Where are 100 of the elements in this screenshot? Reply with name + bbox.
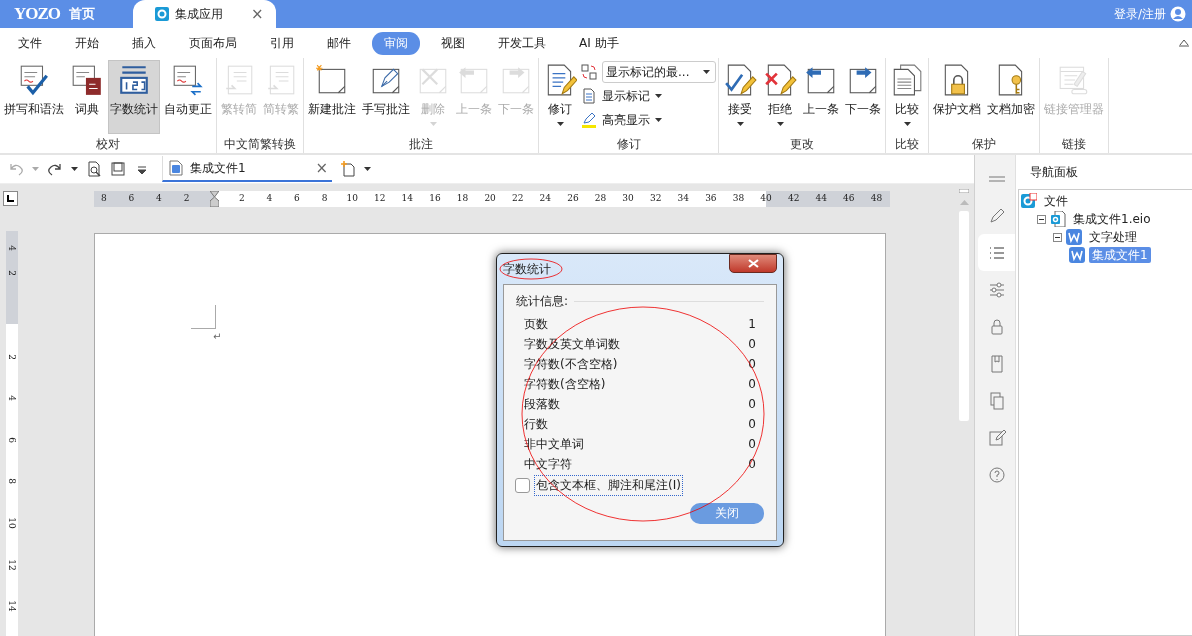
- ruler-number: 32: [648, 192, 663, 205]
- menu-tab[interactable]: AI 助手: [567, 31, 631, 55]
- markup-icon: [581, 64, 597, 80]
- app-tab[interactable]: 集成应用 ×: [133, 0, 276, 28]
- group-label: 修订: [615, 136, 642, 153]
- ruler-number: 42: [786, 192, 801, 205]
- ruler-number: 10: [7, 517, 17, 529]
- ribbon-button[interactable]: 词典: [68, 60, 106, 134]
- close-icon: [747, 258, 759, 268]
- group-label: 中文简繁转换: [223, 136, 297, 153]
- checkbox[interactable]: [515, 478, 530, 493]
- stat-value: 0: [748, 417, 756, 431]
- avatar-icon[interactable]: [1170, 6, 1186, 22]
- app-icon: [1021, 193, 1037, 209]
- ribbon-button[interactable]: 手写批注: [360, 60, 412, 134]
- pen-icon: [987, 206, 1006, 225]
- copy-icon: [987, 391, 1006, 410]
- ruler-number: 26: [566, 192, 580, 205]
- checkbox-label[interactable]: 包含文本框、脚注和尾注(I): [534, 475, 683, 496]
- ribbon-button[interactable]: 高亮显示: [581, 110, 716, 130]
- cross-pencil-icon: [763, 63, 797, 97]
- ribbon-button[interactable]: 显示标记: [581, 86, 716, 106]
- menu-tab[interactable]: 邮件: [315, 31, 363, 55]
- ruler-number: 8: [7, 478, 17, 485]
- group-label: 比较: [894, 136, 920, 153]
- stat-value: 0: [748, 457, 756, 471]
- stat-label: 字符数(不含空格): [524, 355, 618, 373]
- ruler-number: 20: [483, 192, 497, 205]
- ribbon-button[interactable]: 保护文档: [931, 60, 983, 134]
- menu-tab[interactable]: 文件: [6, 31, 54, 55]
- ruler-number: 4: [155, 192, 163, 205]
- scrollbar[interactable]: [959, 189, 969, 421]
- ruler-number: 12: [7, 558, 17, 571]
- ribbon-button[interactable]: 新建批注: [306, 60, 358, 134]
- redo-icon[interactable]: [47, 161, 63, 177]
- ribbon-button[interactable]: 拒绝: [761, 60, 799, 134]
- sliders-icon: [987, 280, 1006, 299]
- save-icon[interactable]: [110, 161, 126, 177]
- close-button[interactable]: ×: [251, 5, 264, 23]
- logo: YOZO: [14, 4, 61, 24]
- stat-value: 0: [748, 357, 756, 371]
- ribbon-button[interactable]: 字数统计: [108, 60, 160, 134]
- ribbon-button[interactable]: 自动更正: [162, 60, 214, 134]
- ruler-number: 30: [621, 192, 635, 205]
- help-icon: [987, 465, 1006, 484]
- stat-value: 0: [748, 397, 756, 411]
- ruler-number: 6: [127, 192, 136, 205]
- ruler-number: 6: [293, 192, 301, 205]
- stat-label: 中文字符: [524, 455, 572, 473]
- close-button[interactable]: [729, 253, 777, 273]
- group-label: 保护: [971, 136, 997, 153]
- dialog-title: 字数统计: [503, 262, 551, 276]
- menu-tab[interactable]: 引用: [258, 31, 306, 55]
- stat-label: 段落数: [524, 395, 560, 413]
- ruler-number: 28: [593, 192, 608, 205]
- collapse-icon[interactable]: [1053, 232, 1062, 242]
- annotation-ellipse: [499, 258, 563, 280]
- collapse-icon[interactable]: [1037, 214, 1046, 224]
- stat-label: 页数: [524, 315, 548, 333]
- ruler-number: 38: [731, 192, 746, 205]
- print-preview-icon[interactable]: [86, 161, 102, 177]
- menu-tab[interactable]: 开始: [63, 31, 111, 55]
- scroll-up-icon[interactable]: [959, 199, 969, 205]
- ruler-number: 48: [869, 192, 884, 205]
- tab-stop-button[interactable]: [3, 191, 18, 206]
- ribbon-button[interactable]: 文档加密: [985, 60, 1037, 134]
- stat-value: 0: [748, 437, 756, 451]
- combo-box[interactable]: 显示标记的最...: [602, 61, 716, 83]
- panel-title: 导航面板: [1029, 164, 1079, 181]
- group-label: 批注: [408, 136, 434, 153]
- tree-item[interactable]: 集成文件1.eio: [1070, 211, 1154, 227]
- ribbon-button[interactable]: 修订: [541, 60, 579, 134]
- menu-tab[interactable]: 开发工具: [486, 31, 558, 55]
- ribbon-button[interactable]: 下一条: [843, 60, 883, 134]
- ruler-number: 46: [842, 192, 856, 205]
- document-tab[interactable]: 集成文件1 ×: [162, 156, 332, 182]
- ribbon-button[interactable]: 接受: [721, 60, 759, 134]
- document-icon: [169, 160, 183, 176]
- tree-item[interactable]: 文件: [1041, 193, 1071, 209]
- ruler-number: 12: [373, 192, 387, 205]
- ruler-number: 8: [99, 192, 108, 205]
- menu-tab[interactable]: 页面布局: [177, 31, 249, 55]
- ruler-number: 18: [455, 192, 470, 205]
- ribbon-button[interactable]: 比较: [888, 60, 926, 134]
- menu-tab[interactable]: 插入: [120, 31, 168, 55]
- close-button[interactable]: ×: [315, 159, 328, 177]
- tree-item[interactable]: 文字处理: [1086, 229, 1140, 245]
- ribbon-button[interactable]: 上一条: [801, 60, 841, 134]
- ruler-number: 34: [676, 192, 690, 205]
- ruler-number: 4: [7, 395, 17, 402]
- menu-tab[interactable]: 视图: [429, 31, 477, 55]
- ruler-number: 8: [320, 192, 329, 205]
- ruler-number: 16: [428, 192, 442, 205]
- collapse-icon[interactable]: [1178, 39, 1190, 47]
- ribbon-button[interactable]: 拼写和语法: [2, 60, 66, 134]
- indent-marker[interactable]: [209, 191, 219, 207]
- ruler-number: 24: [538, 192, 552, 205]
- new-document-icon[interactable]: [340, 161, 356, 177]
- ruler-number: 14: [400, 192, 415, 205]
- side-tab[interactable]: [978, 234, 1015, 271]
